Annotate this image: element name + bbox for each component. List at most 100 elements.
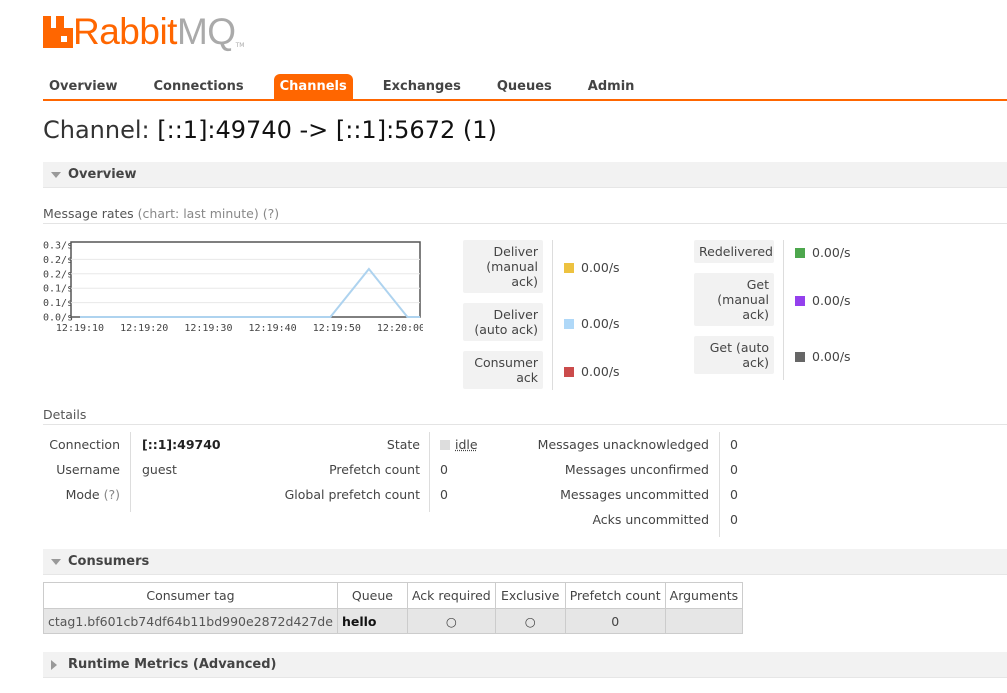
cell-consumer-tag: ctag1.bf601cb74df64b11bd990e2872d427de: [43, 608, 338, 634]
state-indicator-icon: [440, 440, 450, 450]
message-rates-chart-hint[interactable]: (chart: last minute): [138, 206, 259, 221]
page-title: Channel: [::1]:49740 -> [::1]:5672 (1): [43, 116, 497, 144]
rates-divider-left: [552, 240, 553, 390]
rate-key-get-manual-ack: Get (manual ack): [694, 273, 774, 326]
detail-value-messages-unacknowledged: 0: [730, 437, 738, 452]
detail-key-messages-unacknowledged: Messages unacknowledged: [537, 437, 709, 452]
collapse-triangle-icon: [51, 559, 61, 565]
y-tick-label: 0.2/s: [43, 269, 73, 280]
page-title-channel-name: [::1]:49740 -> [::1]:5672 (1): [157, 116, 497, 144]
message-rates-chart: 0.3/s 0.2/s 0.2/s 0.1/s 0.1/s 0.0/s 12:19:10 1…: [43, 241, 423, 335]
tab-channels[interactable]: Channels: [273, 74, 353, 100]
rate-value-redelivered: 0.00/s: [795, 245, 851, 260]
divider: [43, 424, 1007, 425]
rate-value-text: 0.00/s: [581, 260, 620, 275]
expand-triangle-icon: [51, 660, 57, 670]
column-header-arguments: Arguments: [664, 582, 744, 609]
tab-underline: [43, 99, 1007, 101]
section-runtime-metrics-header[interactable]: Runtime Metrics (Advanced): [43, 652, 1007, 678]
cell-queue-link[interactable]: hello: [336, 608, 408, 634]
legend-swatch: [564, 366, 574, 377]
section-overview-header[interactable]: Overview: [43, 162, 1007, 188]
rate-key-consumer-ack: Consumer ack: [463, 351, 543, 389]
chart-plot-area: [70, 241, 421, 318]
detail-key-messages-uncommitted: Messages uncommitted: [560, 487, 709, 502]
details-divider-2: [429, 432, 430, 512]
legend-swatch: [564, 262, 574, 273]
column-header-ack-required: Ack required: [406, 582, 496, 609]
rate-value-text: 0.00/s: [581, 316, 620, 331]
section-consumers-header[interactable]: Consumers: [43, 549, 1007, 575]
rate-key-redelivered: Redelivered: [694, 240, 774, 263]
column-header-queue: Queue: [336, 582, 408, 609]
detail-value-connection[interactable]: [::1]:49740: [142, 437, 221, 452]
details-divider-1: [130, 432, 131, 512]
rate-value-get-manual-ack: 0.00/s: [795, 293, 851, 308]
detail-key-state: State: [386, 437, 420, 452]
detail-key-mode: Mode (?): [66, 487, 120, 502]
legend-swatch: [795, 247, 805, 258]
column-header-prefetch-count: Prefetch count: [564, 582, 666, 609]
logo-trademark: TM: [235, 42, 245, 49]
detail-key-username: Username: [56, 462, 120, 477]
logo-text-rabbit: Rabbit: [73, 11, 177, 52]
rate-value-text: 0.00/s: [812, 349, 851, 364]
collapse-triangle-icon: [51, 172, 61, 178]
tab-connections[interactable]: Connections: [148, 74, 250, 100]
rate-value-text: 0.00/s: [812, 245, 851, 260]
page-title-prefix: Channel:: [43, 116, 150, 144]
y-tick-label: 0.3/s: [43, 241, 73, 252]
message-rates-label: Message rates (chart: last minute) (?): [43, 206, 279, 221]
rabbit-logo-icon: [43, 16, 73, 48]
legend-swatch: [795, 351, 805, 362]
detail-key-global-prefetch-count: Global prefetch count: [284, 487, 420, 502]
details-label: Details: [43, 407, 87, 422]
detail-value-prefetch-count: 0: [440, 462, 448, 477]
message-rates-title: Message rates: [43, 206, 134, 221]
tab-overview[interactable]: Overview: [43, 74, 124, 100]
rate-value-get-auto-ack: 0.00/s: [795, 349, 851, 364]
table-row: ctag1.bf601cb74df64b11bd990e2872d427de h…: [43, 608, 744, 634]
legend-swatch: [564, 318, 574, 329]
cell-exclusive: ○: [494, 608, 566, 634]
detail-key-prefetch-count: Prefetch count: [329, 462, 420, 477]
rate-value-deliver-auto-ack: 0.00/s: [564, 316, 620, 331]
detail-value-global-prefetch-count: 0: [440, 487, 448, 502]
table-header-row: Consumer tag Queue Ack required Exclusiv…: [43, 582, 744, 609]
rate-value-text: 0.00/s: [581, 364, 620, 379]
legend-swatch: [795, 295, 805, 306]
x-tick-label: 12:19:40: [249, 323, 297, 334]
rabbitmq-logo: Rabbit MQ TM: [43, 11, 245, 52]
section-consumers-label: Consumers: [68, 554, 150, 569]
rates-divider-right: [783, 240, 784, 380]
y-tick-label: 0.1/s: [43, 298, 73, 309]
rate-key-deliver-manual-ack: Deliver (manual ack): [463, 240, 543, 293]
rate-value-text: 0.00/s: [812, 293, 851, 308]
detail-key-mode-text: Mode: [65, 487, 100, 502]
x-tick-label: 12:19:50: [313, 323, 361, 334]
tab-admin[interactable]: Admin: [582, 74, 641, 100]
message-rates-help-icon[interactable]: (?): [263, 206, 279, 221]
cell-arguments: [664, 608, 744, 634]
tab-queues[interactable]: Queues: [491, 74, 558, 100]
section-overview-label: Overview: [68, 167, 137, 182]
x-tick-label: 12:19:30: [184, 323, 232, 334]
rate-key-deliver-auto-ack: Deliver (auto ack): [463, 303, 543, 341]
mode-help-icon[interactable]: (?): [104, 487, 120, 502]
y-tick-label: 0.0/s: [43, 313, 73, 324]
detail-value-state: idle: [440, 437, 478, 452]
logo-text-mq: MQ: [176, 11, 236, 52]
detail-key-messages-unconfirmed: Messages unconfirmed: [564, 462, 709, 477]
x-tick-label: 12:20:00: [377, 323, 423, 334]
x-tick-label: 12:19:10: [56, 323, 104, 334]
x-tick-label: 12:19:20: [120, 323, 168, 334]
details-divider-3: [719, 432, 720, 537]
detail-value-messages-unconfirmed: 0: [730, 462, 738, 477]
tab-exchanges[interactable]: Exchanges: [377, 74, 467, 100]
column-header-exclusive: Exclusive: [494, 582, 566, 609]
detail-key-connection: Connection: [49, 437, 120, 452]
consumers-table: Consumer tag Queue Ack required Exclusiv…: [43, 582, 744, 634]
detail-value-username: guest: [142, 462, 177, 477]
main-nav-tabs: Overview Connections Channels Exchanges …: [43, 74, 664, 100]
detail-value-acks-uncommitted: 0: [730, 512, 738, 527]
